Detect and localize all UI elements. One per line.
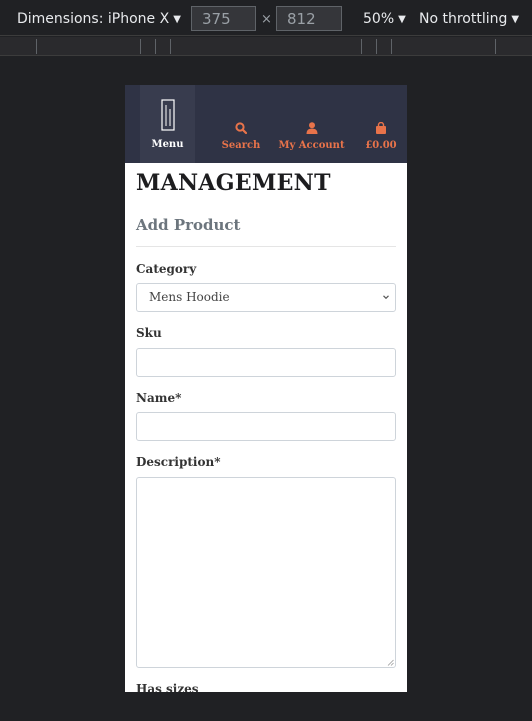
throttling-dropdown[interactable]: No throttling ▼ [419,11,519,27]
divider [136,246,396,247]
sku-label: Sku [136,326,162,340]
ruler-tick [361,39,362,54]
description-textarea[interactable] [136,477,396,668]
device-dimensions-dropdown[interactable]: Dimensions: iPhone X ▼ [17,11,181,27]
page-title-line-2: MANAGEMENT [136,170,331,196]
ruler-tick [170,39,171,54]
dropdown-caret-icon: ▼ [398,14,406,25]
ruler-tick [495,39,496,54]
site-navbar: Menu Search My Account £0.00 [125,85,407,163]
my-account-link[interactable]: My Account [278,97,345,175]
menu-button[interactable]: Menu [140,85,195,163]
cart-link[interactable]: £0.00 [363,97,399,175]
ruler-tick [155,39,156,54]
zoom-value: 50% [363,11,395,27]
cart-total: £0.00 [365,139,397,151]
device-viewport: Menu Search My Account £0.00 PROD [125,85,407,692]
category-select[interactable]: Mens Hoodie [136,283,396,312]
ruler-tick [36,39,37,54]
times-icon: × [261,12,272,27]
ruler-tick [140,39,141,54]
shopping-bag-icon [376,121,386,134]
has-sizes-label: Has sizes [136,682,199,692]
device-dimensions-label: Dimensions: iPhone X [17,11,170,27]
menu-label: Menu [151,138,184,150]
zoom-dropdown[interactable]: 50% ▼ [363,11,406,27]
viewport-width-input[interactable]: 375 [191,6,256,31]
devtools-device-toolbar: Dimensions: iPhone X ▼ 375 × 812 50% ▼ No … [0,0,532,36]
sku-input[interactable] [136,348,396,377]
media-query-ruler[interactable] [0,37,532,56]
description-label: Description* [136,455,221,469]
resize-grip-icon[interactable] [387,659,394,666]
dropdown-caret-icon: ▼ [511,14,520,25]
user-icon [306,121,317,134]
name-input[interactable] [136,412,396,441]
my-account-label: My Account [278,139,345,151]
dropdown-caret-icon: ▼ [173,14,181,25]
menu-bars-icon [160,98,175,131]
search-link[interactable]: Search [220,97,262,175]
search-icon [235,121,247,134]
search-label: Search [221,139,261,151]
category-selected-value: Mens Hoodie [149,290,230,304]
viewport-height-input[interactable]: 812 [276,6,342,31]
ruler-tick [391,39,392,54]
throttling-value: No throttling [419,11,508,27]
chevron-down-icon [383,295,389,300]
name-label: Name* [136,391,182,405]
category-label: Category [136,262,197,276]
ruler-tick [376,39,377,54]
page-subtitle: Add Product [136,216,241,234]
